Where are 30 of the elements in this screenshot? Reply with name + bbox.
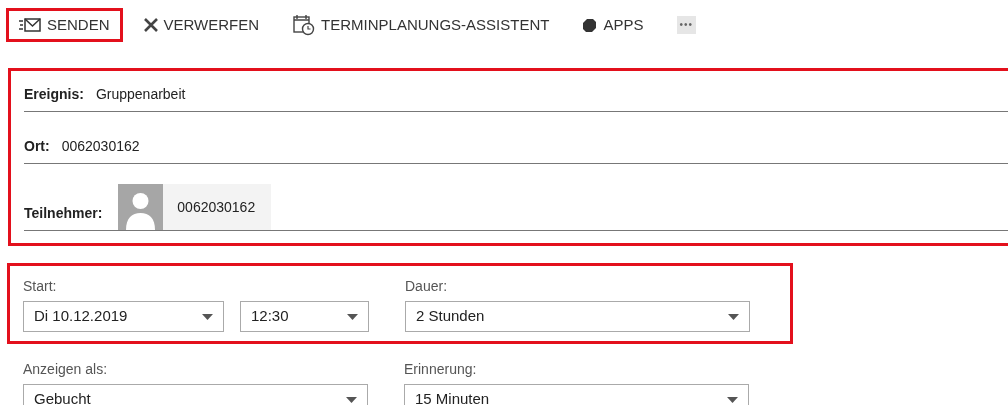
field-label: Dauer: bbox=[405, 277, 448, 296]
caret-icon bbox=[346, 396, 357, 403]
dropdown[interactable]: Gebucht bbox=[23, 384, 368, 405]
close-icon bbox=[143, 18, 158, 32]
more-button[interactable]: ••• bbox=[676, 16, 696, 34]
dropdown[interactable]: 15 Minuten bbox=[404, 384, 749, 405]
field-label: Anzeigen als: bbox=[23, 360, 108, 379]
avatar-icon bbox=[118, 184, 164, 230]
dropdown[interactable]: Di 10.12.2019 bbox=[23, 301, 224, 332]
field-label: Start: bbox=[23, 277, 57, 296]
field-label: Teilnehmer: bbox=[24, 204, 103, 223]
scheduling-assistant-button[interactable]: TERMINPLANUNGS-ASSISTENT bbox=[280, 8, 563, 42]
field-value[interactable]: Gruppenarbeit bbox=[95, 84, 186, 111]
send-button[interactable]: SENDEN bbox=[6, 8, 123, 42]
field-label: Ort: bbox=[24, 137, 50, 156]
discard-button[interactable]: VERWERFEN bbox=[130, 8, 273, 42]
apps-icon bbox=[583, 18, 598, 32]
send-mail-icon bbox=[19, 18, 41, 32]
caret-icon bbox=[202, 313, 213, 320]
dropdown[interactable]: 12:30 bbox=[240, 301, 369, 332]
caret-icon bbox=[347, 313, 358, 320]
dropdown[interactable]: 2 Stunden bbox=[405, 301, 750, 332]
calendar-clock-icon bbox=[293, 14, 316, 36]
apps-button[interactable]: APPS bbox=[570, 8, 657, 42]
attendee-chip[interactable]: 0062030162 bbox=[118, 184, 272, 230]
caret-icon bbox=[728, 313, 739, 320]
field-value[interactable]: 0062030162 bbox=[61, 136, 140, 163]
field-label: Erinnerung: bbox=[404, 360, 477, 379]
caret-icon bbox=[727, 396, 738, 403]
field-label: Ereignis: bbox=[24, 85, 84, 104]
